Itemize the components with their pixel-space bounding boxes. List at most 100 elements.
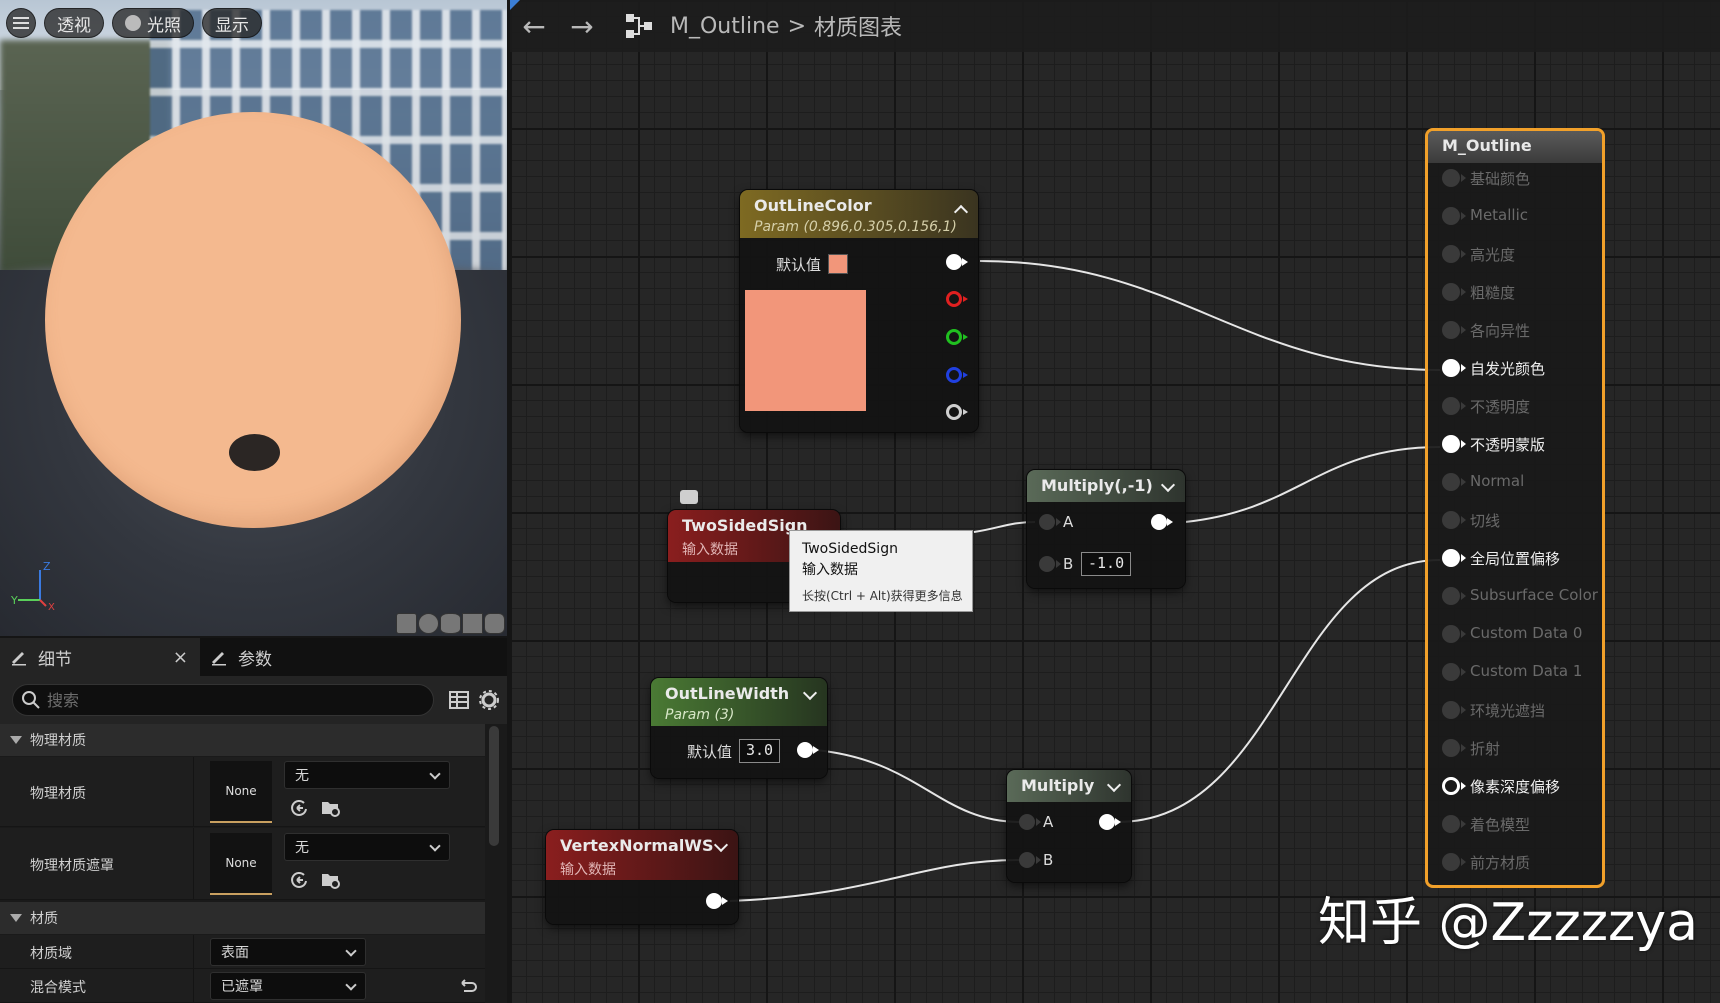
physical-material-combo[interactable]: 无 <box>284 761 450 789</box>
svg-text:X: X <box>48 602 55 610</box>
reset-arrow-icon[interactable] <box>288 797 310 819</box>
result-node-header[interactable]: M_Outline <box>1428 131 1602 163</box>
category-material[interactable]: 材质 <box>0 902 485 934</box>
node-header[interactable]: VertexNormalWS 输入数据 <box>546 830 738 880</box>
a-output-pin[interactable] <box>946 404 968 420</box>
show-button[interactable]: 显示 <box>202 8 262 38</box>
asset-thumbnail[interactable]: None <box>210 833 272 895</box>
result-input-pin[interactable] <box>1442 777 1466 795</box>
node-outline-width[interactable]: OutLineWidth Param (3) 默认值 3.0 <box>651 678 827 778</box>
show-label: 显示 <box>215 15 249 36</box>
chevron-down-icon <box>345 979 357 991</box>
node-multiply[interactable]: Multiply A B <box>1007 770 1131 882</box>
row-divider <box>193 828 194 899</box>
node-header[interactable]: OutLineWidth Param (3) <box>651 678 827 726</box>
preview-viewport[interactable]: 透视 光照 显示 Z Y X <box>0 0 507 636</box>
viewport-menu-button[interactable] <box>6 8 36 38</box>
node-header[interactable]: Multiply(,-1) <box>1027 470 1185 502</box>
b-value-input[interactable]: -1.0 <box>1081 552 1132 576</box>
cylinder-preview-icon[interactable] <box>396 613 417 634</box>
perspective-button[interactable]: 透视 <box>44 8 104 38</box>
result-input-pin[interactable] <box>1442 207 1466 225</box>
browse-folder-icon[interactable] <box>320 869 342 891</box>
result-node-m-outline[interactable]: M_Outline 基础颜色 Metallic 高光度 粗糙度 各向异性 自发光颜色 不透明… <box>1425 128 1605 888</box>
result-input-pin[interactable] <box>1442 511 1466 529</box>
reset-to-default-icon[interactable] <box>456 975 478 997</box>
result-input-pin[interactable] <box>1442 587 1466 605</box>
axis-gizmo-icon: Z Y X <box>10 560 55 610</box>
result-input-pin[interactable] <box>1442 473 1466 491</box>
node-header[interactable]: OutLineColor Param (0.896,0.305,0.156,1) <box>740 190 978 238</box>
category-physical-material[interactable]: 物理材质 <box>0 724 485 756</box>
graph-icon <box>626 14 652 38</box>
breadcrumb-asset[interactable]: M_Outline <box>670 14 780 39</box>
result-input-pin[interactable] <box>1442 321 1466 339</box>
cube-preview-icon[interactable] <box>462 613 483 634</box>
node-vertex-normal-ws[interactable]: VertexNormalWS 输入数据 <box>546 830 738 924</box>
default-value-input[interactable]: 3.0 <box>739 739 781 763</box>
comment-bubble-icon[interactable] <box>680 490 698 504</box>
result-input-pin[interactable] <box>1442 283 1466 301</box>
input-pin-a[interactable] <box>1019 814 1041 830</box>
pin-b-label: B <box>1063 555 1074 573</box>
default-color-chip[interactable] <box>828 254 848 274</box>
thumbnail-label: None <box>225 784 257 798</box>
pin-b-label: B <box>1043 851 1054 869</box>
output-pin[interactable] <box>1099 814 1121 830</box>
node-header[interactable]: Multiply <box>1007 770 1131 802</box>
gear-icon[interactable] <box>478 689 500 711</box>
node-multiply-negative[interactable]: Multiply(,-1) A B -1.0 <box>1027 470 1185 588</box>
result-pin-label: 自发光颜色 <box>1470 360 1546 378</box>
back-arrow-icon[interactable]: ← <box>510 10 558 43</box>
tab-details[interactable]: 细节 × <box>0 638 200 676</box>
result-input-pin[interactable] <box>1442 397 1466 415</box>
result-input-pin[interactable] <box>1442 169 1466 187</box>
physical-material-mask-combo[interactable]: 无 <box>284 833 450 861</box>
rgb-output-pin[interactable] <box>946 254 968 270</box>
material-domain-combo[interactable]: 表面 <box>210 938 366 966</box>
result-input-pin[interactable] <box>1442 853 1466 871</box>
table-view-icon[interactable] <box>449 690 469 710</box>
lighting-label: 光照 <box>147 15 181 36</box>
output-pin[interactable] <box>706 893 728 909</box>
output-pin[interactable] <box>1151 514 1173 530</box>
result-input-pin[interactable] <box>1442 663 1466 681</box>
result-input-pin[interactable] <box>1442 549 1466 567</box>
b-output-pin[interactable] <box>946 367 968 383</box>
row-physical-material: 物理材质 None 无 <box>0 757 485 827</box>
browse-folder-icon[interactable] <box>320 797 342 819</box>
search-input[interactable] <box>47 685 427 715</box>
tooltip-hint: 长按(Ctrl + Alt)获得更多信息 <box>802 589 963 603</box>
forward-arrow-icon[interactable]: → <box>558 10 606 43</box>
result-input-pin[interactable] <box>1442 245 1466 263</box>
r-output-pin[interactable] <box>946 291 968 307</box>
result-input-pin[interactable] <box>1442 359 1466 377</box>
result-input-pin[interactable] <box>1442 625 1466 643</box>
result-pin-label: 粗糙度 <box>1470 284 1516 302</box>
result-input-pin[interactable] <box>1442 739 1466 757</box>
g-output-pin[interactable] <box>946 329 968 345</box>
blend-mode-combo[interactable]: 已遮罩 <box>210 972 366 1000</box>
close-icon[interactable]: × <box>173 647 188 668</box>
node-outline-color[interactable]: OutLineColor Param (0.896,0.305,0.156,1)… <box>740 190 978 432</box>
tab-params[interactable]: 参数 <box>200 638 282 676</box>
details-search-box[interactable] <box>12 684 434 716</box>
plane-preview-icon[interactable] <box>440 613 461 634</box>
result-input-pin[interactable] <box>1442 815 1466 833</box>
result-pin-label: 前方材质 <box>1470 854 1531 872</box>
asset-thumbnail[interactable]: None <box>210 761 272 823</box>
result-input-pin[interactable] <box>1442 435 1466 453</box>
sphere-preview-icon[interactable] <box>418 613 439 634</box>
result-pin-label: 着色模型 <box>1470 816 1531 834</box>
reset-arrow-icon[interactable] <box>288 869 310 891</box>
input-pin-a[interactable] <box>1039 514 1061 530</box>
combo-value: 无 <box>295 840 309 856</box>
teapot-preview-icon[interactable] <box>484 613 505 634</box>
output-pin[interactable] <box>797 742 819 758</box>
result-input-pin[interactable] <box>1442 701 1466 719</box>
lighting-button[interactable]: 光照 <box>112 8 194 38</box>
input-pin-b[interactable] <box>1019 852 1041 868</box>
input-pin-b[interactable] <box>1039 556 1061 572</box>
material-editor-window: 透视 光照 显示 Z Y X 细节 × 参数 搜索 物理材质 物理材质 None… <box>0 0 1720 1003</box>
details-scrollbar[interactable] <box>489 726 499 846</box>
